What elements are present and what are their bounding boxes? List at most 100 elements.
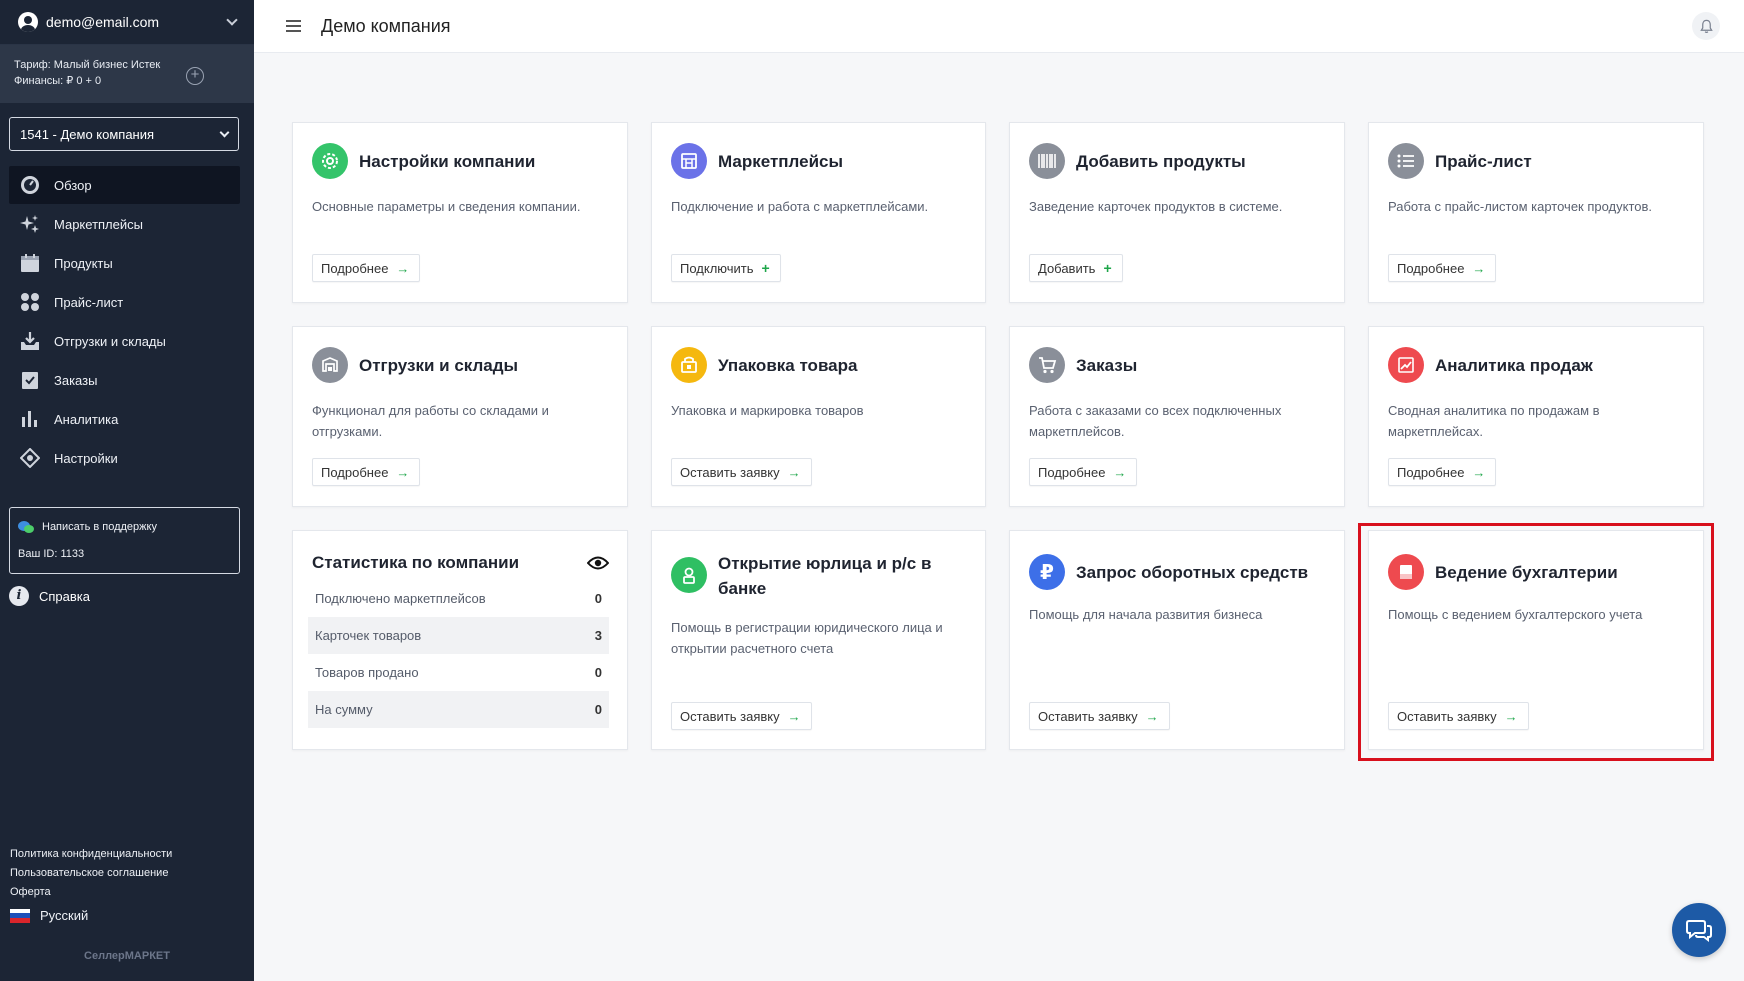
clipboard-icon bbox=[20, 370, 40, 390]
language-label: Русский bbox=[40, 908, 89, 923]
inbox-download-icon bbox=[20, 331, 40, 351]
sidebar-item-overview[interactable]: Обзор bbox=[9, 166, 240, 204]
button-label: Подключить bbox=[680, 260, 754, 276]
settings-diamond-icon bbox=[20, 448, 40, 468]
eye-icon[interactable] bbox=[586, 555, 610, 576]
button-label: Подробнее bbox=[1397, 464, 1465, 480]
chevron-down-icon bbox=[226, 14, 238, 26]
legal-entity-request-button[interactable]: Оставить заявку → bbox=[671, 702, 812, 730]
storefront-icon bbox=[671, 143, 707, 179]
sidebar-item-marketplaces[interactable]: Маркетплейсы bbox=[9, 205, 240, 243]
button-label: Подробнее bbox=[321, 464, 389, 480]
arrow-right-icon: → bbox=[396, 260, 410, 276]
offer-link[interactable]: Оферта bbox=[10, 883, 172, 902]
sidebar-item-label: Продукты bbox=[54, 255, 113, 271]
card-title: Открытие юрлица и р/с в банке bbox=[718, 554, 932, 598]
company-select[interactable]: 1541 - Демо компания bbox=[9, 117, 239, 151]
card-legal-entity: Открытие юрлица и р/с в банке Помощь в р… bbox=[651, 530, 986, 750]
card-title: Упаковка товара bbox=[718, 355, 858, 375]
arrow-right-icon: → bbox=[787, 464, 801, 480]
user-menu[interactable]: demo@email.com bbox=[0, 0, 254, 45]
arrow-right-icon: → bbox=[787, 708, 801, 724]
stat-row: Карточек товаров 3 bbox=[308, 617, 609, 654]
working-capital-request-button[interactable]: Оставить заявку → bbox=[1029, 702, 1170, 730]
sidebar-item-orders[interactable]: Заказы bbox=[9, 361, 240, 399]
card-description: Помощь в регистрации юридического лица и… bbox=[671, 620, 943, 656]
company-select-value: 1541 - Демо компания bbox=[20, 126, 155, 142]
card-description: Основные параметры и сведения компании. bbox=[312, 199, 581, 214]
footer-links: Политика конфиденциальности Пользователь… bbox=[10, 845, 172, 925]
support-box[interactable]: Написать в поддержку Ваш ID: 1133 bbox=[9, 507, 240, 574]
card-orders: Заказы Работа с заказами со всех подключ… bbox=[1009, 326, 1345, 507]
arrow-right-icon: → bbox=[1472, 464, 1486, 480]
card-description: Работа с прайс-листом карточек продуктов… bbox=[1388, 199, 1653, 214]
stat-label: Карточек товаров bbox=[315, 628, 422, 643]
connect-marketplace-button[interactable]: Подключить + bbox=[671, 254, 781, 282]
menu-icon[interactable] bbox=[286, 20, 301, 32]
help-link[interactable]: i Справка bbox=[9, 586, 90, 606]
orders-more-button[interactable]: Подробнее → bbox=[1029, 458, 1138, 486]
stats-title: Статистика по компании bbox=[312, 553, 520, 572]
warehouse-icon bbox=[312, 347, 348, 383]
ruble-icon: ₽ bbox=[1029, 554, 1065, 590]
plus-icon: + bbox=[1103, 260, 1112, 276]
add-funds-icon[interactable]: + bbox=[186, 67, 204, 85]
stats-list: Подключено маркетплейсов 0 Карточек това… bbox=[308, 580, 609, 728]
card-add-products: Добавить продукты Заведение карточек про… bbox=[1009, 122, 1345, 303]
button-label: Подробнее bbox=[1397, 260, 1465, 276]
barcode-icon bbox=[1029, 143, 1065, 179]
card-sales-analytics: Аналитика продаж Сводная аналитика по пр… bbox=[1368, 326, 1704, 507]
sidebar-item-shipments[interactable]: Отгрузки и склады bbox=[9, 322, 240, 360]
agreement-link[interactable]: Пользовательское соглашение bbox=[10, 864, 172, 883]
card-shipments: Отгрузки и склады Функционал для работы … bbox=[292, 326, 628, 507]
button-label: Добавить bbox=[1038, 260, 1096, 276]
sidebar-item-price-list[interactable]: Прайс-лист bbox=[9, 283, 240, 321]
sidebar-item-label: Обзор bbox=[54, 177, 92, 193]
help-label: Справка bbox=[39, 588, 90, 604]
card-description: Заведение карточек продуктов в системе. bbox=[1029, 199, 1283, 214]
support-id: Ваш ID: 1133 bbox=[18, 548, 85, 560]
chat-button[interactable] bbox=[1672, 903, 1726, 957]
card-working-capital: ₽ Запрос оборотных средств Помощь для на… bbox=[1009, 530, 1345, 750]
tariff-line: Тариф: Малый бизнес Истек bbox=[14, 59, 161, 71]
sales-analytics-more-button[interactable]: Подробнее → bbox=[1388, 458, 1497, 486]
top-header: Демо компания bbox=[254, 0, 1744, 53]
sidebar-nav: Обзор Маркетплейсы Продукты Прайс-лист О… bbox=[9, 166, 240, 478]
stat-row: На сумму 0 bbox=[308, 691, 609, 728]
package-icon bbox=[671, 347, 707, 383]
card-description: Упаковка и маркировка товаров bbox=[671, 403, 864, 418]
sidebar-item-settings[interactable]: Настройки bbox=[9, 439, 240, 477]
stat-row: Товаров продано 0 bbox=[308, 654, 609, 691]
card-description: Сводная аналитика по продажам в маркетпл… bbox=[1388, 403, 1600, 439]
sidebar-item-products[interactable]: Продукты bbox=[9, 244, 240, 282]
arrow-right-icon: → bbox=[1472, 260, 1486, 276]
chat-icon bbox=[1685, 917, 1713, 943]
chevron-down-icon bbox=[219, 127, 230, 137]
language-select[interactable]: Русский bbox=[10, 906, 172, 925]
sidebar-item-label: Аналитика bbox=[54, 411, 119, 427]
privacy-link[interactable]: Политика конфиденциальности bbox=[10, 845, 172, 864]
add-products-button[interactable]: Добавить + bbox=[1029, 254, 1123, 282]
sidebar-item-label: Прайс-лист bbox=[54, 294, 124, 310]
shipments-more-button[interactable]: Подробнее → bbox=[312, 458, 421, 486]
chat-bubbles-icon bbox=[18, 520, 34, 534]
card-price-list: Прайс-лист Работа с прайс-листом карточе… bbox=[1368, 122, 1704, 303]
card-company-stats: Статистика по компании Подключено маркет… bbox=[292, 530, 628, 750]
arrow-right-icon: → bbox=[1113, 464, 1127, 480]
bell-icon[interactable] bbox=[1692, 12, 1720, 40]
dots-icon bbox=[20, 292, 40, 312]
stat-label: Товаров продано bbox=[315, 665, 419, 680]
cart-icon bbox=[1029, 347, 1065, 383]
button-label: Подробнее bbox=[1038, 464, 1106, 480]
price-list-more-button[interactable]: Подробнее → bbox=[1388, 254, 1497, 282]
tariff-panel: Тариф: Малый бизнес Истек Финансы: ₽ 0 +… bbox=[0, 45, 254, 103]
stat-value: 0 bbox=[594, 702, 602, 717]
overview-icon bbox=[20, 175, 40, 195]
company-settings-more-button[interactable]: Подробнее → bbox=[312, 254, 421, 282]
russian-flag-icon bbox=[10, 908, 30, 923]
packaging-request-button[interactable]: Оставить заявку → bbox=[671, 458, 812, 486]
stat-row: Подключено маркетплейсов 0 bbox=[308, 580, 609, 617]
button-label: Оставить заявку bbox=[680, 464, 780, 480]
user-email: demo@email.com bbox=[46, 14, 160, 30]
sidebar-item-analytics[interactable]: Аналитика bbox=[9, 400, 240, 438]
